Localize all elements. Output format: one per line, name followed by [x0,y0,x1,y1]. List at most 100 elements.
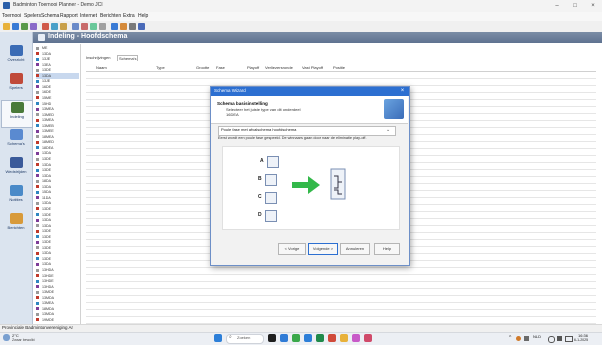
column-header[interactable]: Type [156,65,165,70]
tab-inschrijvingen[interactable]: Inschrijvingen [86,55,110,60]
app-pink-icon[interactable] [364,334,372,342]
event-status-icon [36,235,39,239]
event-status-icon [36,168,39,172]
nav-wedstrijden[interactable]: Wedstrijden [1,156,31,182]
bracket-icon [330,168,346,200]
settings-icon[interactable] [129,23,136,30]
event-code: 13DE [42,168,51,173]
wifi-icon[interactable] [548,336,555,343]
tab-schemas[interactable]: Schema's [117,55,139,61]
overview-icon [9,45,23,56]
nav-berichten[interactable]: Berichten [1,212,31,238]
minimize-button[interactable]: – [548,1,566,11]
clock-date[interactable]: 6-1-2025 [574,338,588,342]
edge-icon[interactable] [280,334,288,342]
event-code: 13DA [42,218,51,223]
excel-icon[interactable] [316,334,324,342]
column-header[interactable]: Naam [96,65,107,70]
event-status-icon [36,274,39,278]
menu-help[interactable]: Help [138,13,148,19]
players-tool-icon[interactable] [72,23,79,30]
menu-toernooi[interactable]: Toernooi [2,13,21,19]
event-status-icon [36,179,39,183]
event-list-item[interactable]: 19MDE [36,317,54,323]
menu-extra[interactable]: Extra [123,13,135,19]
internet-icon[interactable] [120,23,127,30]
help-button[interactable]: Help [374,243,400,255]
menu-schema[interactable]: Schema [41,13,59,19]
mail-icon[interactable] [304,334,312,342]
event-code: 18MDA [42,306,54,311]
event-code: 13MDA [42,295,54,300]
paste-icon[interactable] [60,23,67,30]
event-code: 13MDA [42,312,54,317]
next-button[interactable]: Volgende > [308,243,338,255]
event-status-icon [36,90,39,94]
matches-tool-icon[interactable] [99,23,106,30]
event-code: 13DA [42,151,51,156]
nav-notities[interactable]: Notities [1,184,31,210]
nav-schemas[interactable]: Schema's [1,128,31,154]
start-icon[interactable] [214,334,222,342]
column-header[interactable]: Verliezersronde [265,65,293,70]
dialog-close-button[interactable]: × [397,87,408,96]
cancel-button[interactable]: Annuleren [340,243,370,255]
cut-icon[interactable] [42,23,49,30]
help-icon[interactable] [138,23,145,30]
draw-tool-icon[interactable] [81,23,88,30]
schedule-tool-icon[interactable] [90,23,97,30]
event-status-icon [36,151,39,155]
chrome-icon[interactable] [292,334,300,342]
poule-icon [265,192,277,204]
taskview-icon[interactable] [268,334,276,342]
event-status-icon [36,229,39,233]
event-code: 13DA [42,173,51,178]
event-status-icon [36,68,39,72]
menu-berichten[interactable]: Berichten [100,13,121,19]
app-red-icon[interactable] [328,334,336,342]
column-header[interactable]: Fase [216,65,225,70]
copy-icon[interactable] [51,23,58,30]
report-icon[interactable] [111,23,118,30]
open-icon[interactable] [12,23,19,30]
language-indicator[interactable]: NLD [533,334,541,339]
volume-icon[interactable] [557,336,562,341]
event-code: 13DE [42,229,51,234]
menu-rapport[interactable]: Rapport [60,13,78,19]
weather-icon[interactable] [3,334,10,341]
event-code: 13DE [42,68,51,73]
menu-spelers[interactable]: Spelers [24,13,41,19]
event-code: 13MDE [42,290,54,295]
event-code: 13JE [42,79,51,84]
explorer-icon[interactable] [340,334,348,342]
event-code: 13MEA [42,118,54,123]
battery-icon[interactable] [565,336,573,342]
nav-indeling[interactable]: Indeling [1,100,33,128]
nav-overzicht[interactable]: Overzicht [1,44,31,70]
column-header[interactable]: Vast Playoff [302,65,323,70]
tray-chevron-icon[interactable]: ^ [509,335,511,341]
maximize-button[interactable]: □ [566,1,584,11]
event-status-icon [36,146,39,150]
new-icon[interactable] [3,23,10,30]
column-header[interactable]: Playoff [247,65,259,70]
nav-spelers[interactable]: Spelers [1,72,31,98]
search-input[interactable]: Zoeken [237,335,250,340]
slot-label: C [258,194,262,200]
weather-desc: Zwaar bewolkt [12,338,35,342]
close-button[interactable]: × [584,1,602,11]
tray-disk-icon[interactable] [524,336,529,341]
event-status-icon [36,185,39,189]
column-header[interactable]: Positie [333,65,345,70]
save-icon[interactable] [21,23,28,30]
print-icon[interactable] [30,23,37,30]
tray-app-icon[interactable] [516,336,521,341]
header-icon [38,34,45,41]
column-header[interactable]: Grootte [196,65,209,70]
back-button[interactable]: < Vorige [278,243,306,255]
store-icon[interactable] [352,334,360,342]
menu-internet[interactable]: Internet [80,13,97,19]
nav-label: Berichten [7,225,25,230]
event-status-icon [36,312,39,316]
event-status-icon [36,107,39,111]
